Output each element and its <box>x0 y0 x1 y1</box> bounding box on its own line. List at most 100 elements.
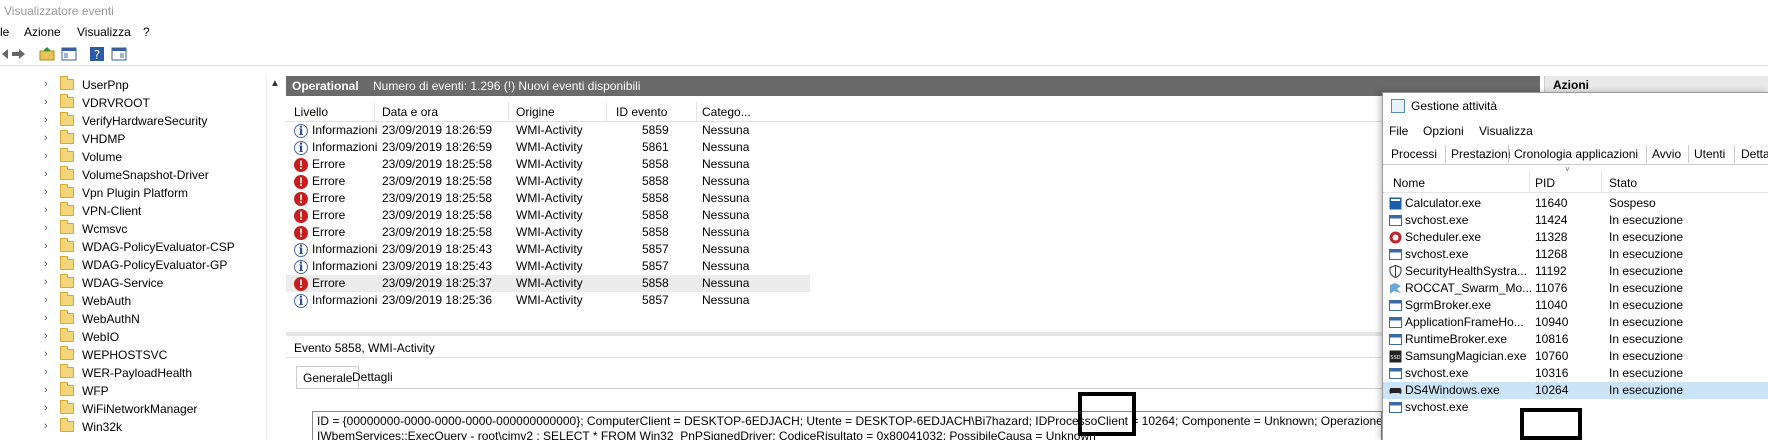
process-row[interactable]: SgrmBroker.exe 11040 In esecuzione <box>1383 297 1768 314</box>
tree-item[interactable]: › WiFiNetworkManager <box>0 400 270 418</box>
col-origine[interactable]: Origine <box>516 105 555 119</box>
pane-splitter[interactable] <box>286 332 1540 336</box>
tab-dettagli[interactable]: Dettagli <box>346 366 399 388</box>
chevron-right-icon[interactable]: › <box>44 276 48 288</box>
tree-item[interactable]: › VolumeSnapshot-Driver <box>0 166 270 184</box>
tree-item[interactable]: › WebAuth <box>0 292 270 310</box>
tree-item[interactable]: › VPN-Client <box>0 202 270 220</box>
show-hide-actions-icon[interactable] <box>110 45 128 63</box>
chevron-right-icon[interactable]: › <box>44 96 48 108</box>
event-description[interactable]: ID = {00000000-0000-0000-0000-0000000000… <box>312 411 1382 440</box>
process-row[interactable]: DS4Windows.exe 10264 In esecuzione <box>1383 382 1768 399</box>
process-pid: 11328 <box>1535 230 1568 244</box>
process-row[interactable]: Calculator.exe 11640 Sospeso <box>1383 195 1768 212</box>
chevron-right-icon[interactable]: › <box>44 420 48 432</box>
event-row[interactable]: ! Errore 23/09/2019 18:25:37 WMI-Activity 58… <box>286 275 810 292</box>
event-row[interactable]: i Informazioni 23/09/2019 18:25:43 WMI-Acti… <box>286 241 810 258</box>
chevron-right-icon[interactable]: › <box>44 258 48 270</box>
chevron-right-icon[interactable]: › <box>44 294 48 306</box>
chevron-right-icon[interactable]: › <box>44 114 48 126</box>
process-row[interactable]: RuntimeBroker.exe 10816 In esecuzione <box>1383 331 1768 348</box>
tree-item[interactable]: › WEPHOSTSVC <box>0 346 270 364</box>
chevron-right-icon[interactable]: › <box>44 186 48 198</box>
event-row[interactable]: ! Errore 23/09/2019 18:25:58 WMI-Activity 58… <box>286 190 810 207</box>
event-row[interactable]: i Informazioni 23/09/2019 18:26:59 WMI-Acti… <box>286 139 810 156</box>
tree-item[interactable]: › VerifyHardwareSecurity <box>0 112 270 130</box>
scroll-up-icon[interactable]: ▲ <box>270 78 280 89</box>
tree-item[interactable]: › WebAuthN <box>0 310 270 328</box>
tm-menu-visualizza[interactable]: Visualizza <box>1479 124 1533 138</box>
svchost-icon <box>1389 215 1402 226</box>
event-row[interactable]: i Informazioni 23/09/2019 18:26:59 WMI-Acti… <box>286 122 810 139</box>
forward-arrow-icon[interactable] <box>10 45 28 63</box>
chevron-right-icon[interactable]: › <box>44 366 48 378</box>
show-hide-tree-icon[interactable] <box>60 45 78 63</box>
event-source: WMI-Activity <box>516 225 583 239</box>
col-data-ora[interactable]: Data e ora <box>382 105 438 119</box>
chevron-right-icon[interactable]: › <box>44 132 48 144</box>
event-row[interactable]: ! Errore 23/09/2019 18:25:58 WMI-Activity 58… <box>286 224 810 241</box>
process-row[interactable]: Scheduler.exe 11328 In esecuzione <box>1383 229 1768 246</box>
tree-item[interactable]: › WDAG-Service <box>0 274 270 292</box>
chevron-right-icon[interactable]: › <box>44 150 48 162</box>
tree-item[interactable]: › WDAG-PolicyEvaluator-GP <box>0 256 270 274</box>
chevron-right-icon[interactable]: › <box>44 348 48 360</box>
chevron-right-icon[interactable]: › <box>44 402 48 414</box>
event-category: Nessuna <box>702 140 750 154</box>
event-row[interactable]: i Informazioni 23/09/2019 18:25:36 WMI-Acti… <box>286 292 810 309</box>
event-row[interactable]: ! Errore 23/09/2019 18:25:58 WMI-Activity 58… <box>286 173 810 190</box>
tm-tab-processi[interactable]: Processi <box>1391 147 1437 161</box>
chevron-right-icon[interactable]: › <box>44 240 48 252</box>
menu-file[interactable]: le <box>0 25 9 39</box>
menu-azione[interactable]: Azione <box>24 25 61 39</box>
chevron-right-icon[interactable]: › <box>44 204 48 216</box>
col-pid[interactable]: PID <box>1535 176 1555 190</box>
chevron-right-icon[interactable]: › <box>44 330 48 342</box>
process-row[interactable]: SSD SamsungMagician.exe 10760 In esecuzione <box>1383 348 1768 365</box>
event-row[interactable]: ! Errore 23/09/2019 18:25:58 WMI-Activity 58… <box>286 207 810 224</box>
tm-tab-cronologia[interactable]: Cronologia applicazioni <box>1514 147 1638 161</box>
tm-tab-dettagli[interactable]: Dettag <box>1741 147 1768 161</box>
tm-tab-avvio[interactable]: Avvio <box>1652 147 1681 161</box>
process-row[interactable]: ApplicationFrameHo... 10940 In esecuzione <box>1383 314 1768 331</box>
tree-item[interactable]: › Wcmsvc <box>0 220 270 238</box>
event-row[interactable]: i Informazioni 23/09/2019 18:25:43 WMI-Acti… <box>286 258 810 275</box>
chevron-right-icon[interactable]: › <box>44 312 48 324</box>
chevron-right-icon[interactable]: › <box>44 222 48 234</box>
tree-item[interactable]: › WFP <box>0 382 270 400</box>
tree-item[interactable]: › WER-PayloadHealth <box>0 364 270 382</box>
tm-menu-opzioni[interactable]: Opzioni <box>1423 124 1464 138</box>
menu-help[interactable]: ? <box>143 25 150 39</box>
tree-scrollbar[interactable]: ▲ <box>266 76 282 440</box>
col-livello[interactable]: Livello <box>294 105 328 119</box>
col-categoria[interactable]: Catego... <box>702 105 751 119</box>
folder-icon <box>60 202 74 216</box>
tm-tab-prestazioni[interactable]: Prestazioni <box>1451 147 1510 161</box>
process-row[interactable]: ROCCAT_Swarm_Mo... 11076 In esecuzione <box>1383 280 1768 297</box>
tree-item[interactable]: › WDAG-PolicyEvaluator-CSP <box>0 238 270 256</box>
col-stato[interactable]: Stato <box>1609 176 1637 190</box>
tree-item[interactable]: › VDRVROOT <box>0 94 270 112</box>
help-icon[interactable]: ? <box>88 45 106 63</box>
col-id-evento[interactable]: ID evento <box>616 105 667 119</box>
menu-visualizza[interactable]: Visualizza <box>77 25 131 39</box>
process-row[interactable]: svchost.exe 10316 In esecuzione <box>1383 365 1768 382</box>
tree-item[interactable]: › UserPnp <box>0 76 270 94</box>
tm-tab-utenti[interactable]: Utenti <box>1694 147 1725 161</box>
chevron-right-icon[interactable]: › <box>44 384 48 396</box>
folder-up-icon[interactable] <box>38 45 56 63</box>
event-row[interactable]: ! Errore 23/09/2019 18:25:58 WMI-Activity 58… <box>286 156 810 173</box>
tree-item[interactable]: › WebIO <box>0 328 270 346</box>
tree-item[interactable]: › Volume <box>0 148 270 166</box>
process-row[interactable]: svchost.exe 11424 In esecuzione <box>1383 212 1768 229</box>
process-row[interactable]: svchost.exe 11268 In esecuzione <box>1383 246 1768 263</box>
chevron-right-icon[interactable]: › <box>44 168 48 180</box>
process-row[interactable]: SecurityHealthSystra... 11192 In esecuzion… <box>1383 263 1768 280</box>
tree-item[interactable]: › Win32k <box>0 418 270 436</box>
chevron-right-icon[interactable]: › <box>44 78 48 90</box>
tree-item[interactable]: › Vpn Plugin Platform <box>0 184 270 202</box>
tree-item-label: WDAG-Service <box>82 276 164 290</box>
tm-menu-file[interactable]: File <box>1389 124 1408 138</box>
tree-item[interactable]: › VHDMP <box>0 130 270 148</box>
col-nome[interactable]: Nome <box>1393 176 1425 190</box>
